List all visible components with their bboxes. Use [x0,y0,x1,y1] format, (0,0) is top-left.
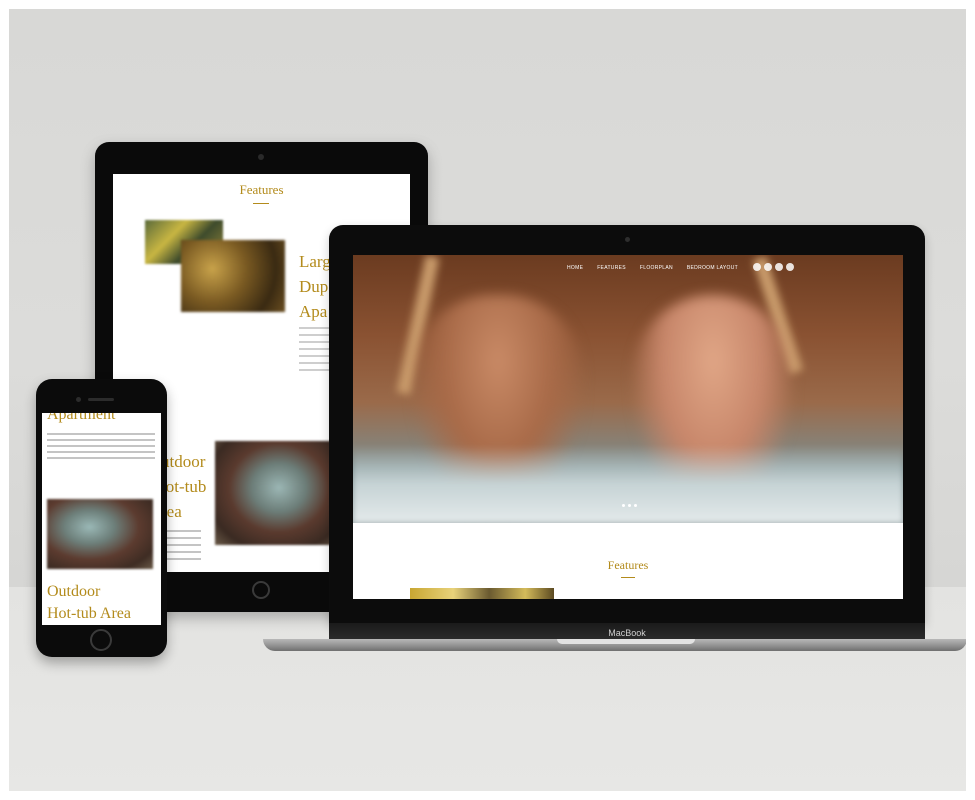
slider-dots [622,504,637,507]
tablet-heading-apartment: Larg Dup Apa [299,252,331,321]
tablet-body-text-2 [161,530,201,564]
laptop-title-underline [621,577,635,578]
slider-dot[interactable] [634,504,637,507]
nav-floorplan[interactable]: FLOORPLAN [640,265,673,271]
tablet-photo-interior-large [181,240,285,312]
slider-dot[interactable] [628,504,631,507]
laptop-lid-notch [557,639,695,644]
phone-heading-apartment: Apartment [47,413,116,423]
facebook-icon[interactable] [753,263,761,271]
phone-photo-hot-tub [47,499,153,569]
tablet-heading-hot-tub: utdoor lot-tub rea [161,452,207,521]
tablet-photo-hot-tub [215,441,331,545]
email-icon[interactable] [786,263,794,271]
instagram-icon[interactable] [775,263,783,271]
nav-bedroom-layout[interactable]: BEDROOM LAYOUT [687,265,738,271]
laptop-chin: MacBook [329,623,925,639]
laptop-screen: HOME FEATURES FLOORPLAN BEDROOM LAYOUT F… [353,255,903,599]
slider-dot[interactable] [622,504,625,507]
laptop-brand-label: MacBook [608,628,646,638]
hero-water [353,445,903,523]
laptop-camera [625,237,630,242]
laptop-section-title: Features [607,558,649,572]
laptop-device: HOME FEATURES FLOORPLAN BEDROOM LAYOUT F… [329,225,925,623]
phone-speaker [88,398,114,401]
hero-slider: HOME FEATURES FLOORPLAN BEDROOM LAYOUT [353,255,903,523]
phone-device: Apartment Outdoor Hot-tub Area [36,379,167,657]
twitter-icon[interactable] [764,263,772,271]
phone-camera [76,397,81,402]
tablet-title-underline [253,203,269,204]
nav-features[interactable]: FEATURES [597,265,626,271]
phone-body-text [47,433,155,461]
tablet-section-title: Features [239,182,284,197]
tablet-home-button[interactable] [252,581,270,599]
tablet-camera [258,154,264,160]
nav-home[interactable]: HOME [567,265,583,271]
laptop-feature-photo [410,588,554,599]
top-navigation: HOME FEATURES FLOORPLAN BEDROOM LAYOUT [567,265,738,271]
phone-screen: Apartment Outdoor Hot-tub Area [42,413,161,625]
device-mockup-scene: Features Larg Dup Apa utdoor lot-tub rea… [9,9,966,791]
phone-heading-hot-tub: Outdoor Hot-tub Area [47,583,131,622]
social-icons [753,263,794,271]
phone-home-button[interactable] [90,629,112,651]
